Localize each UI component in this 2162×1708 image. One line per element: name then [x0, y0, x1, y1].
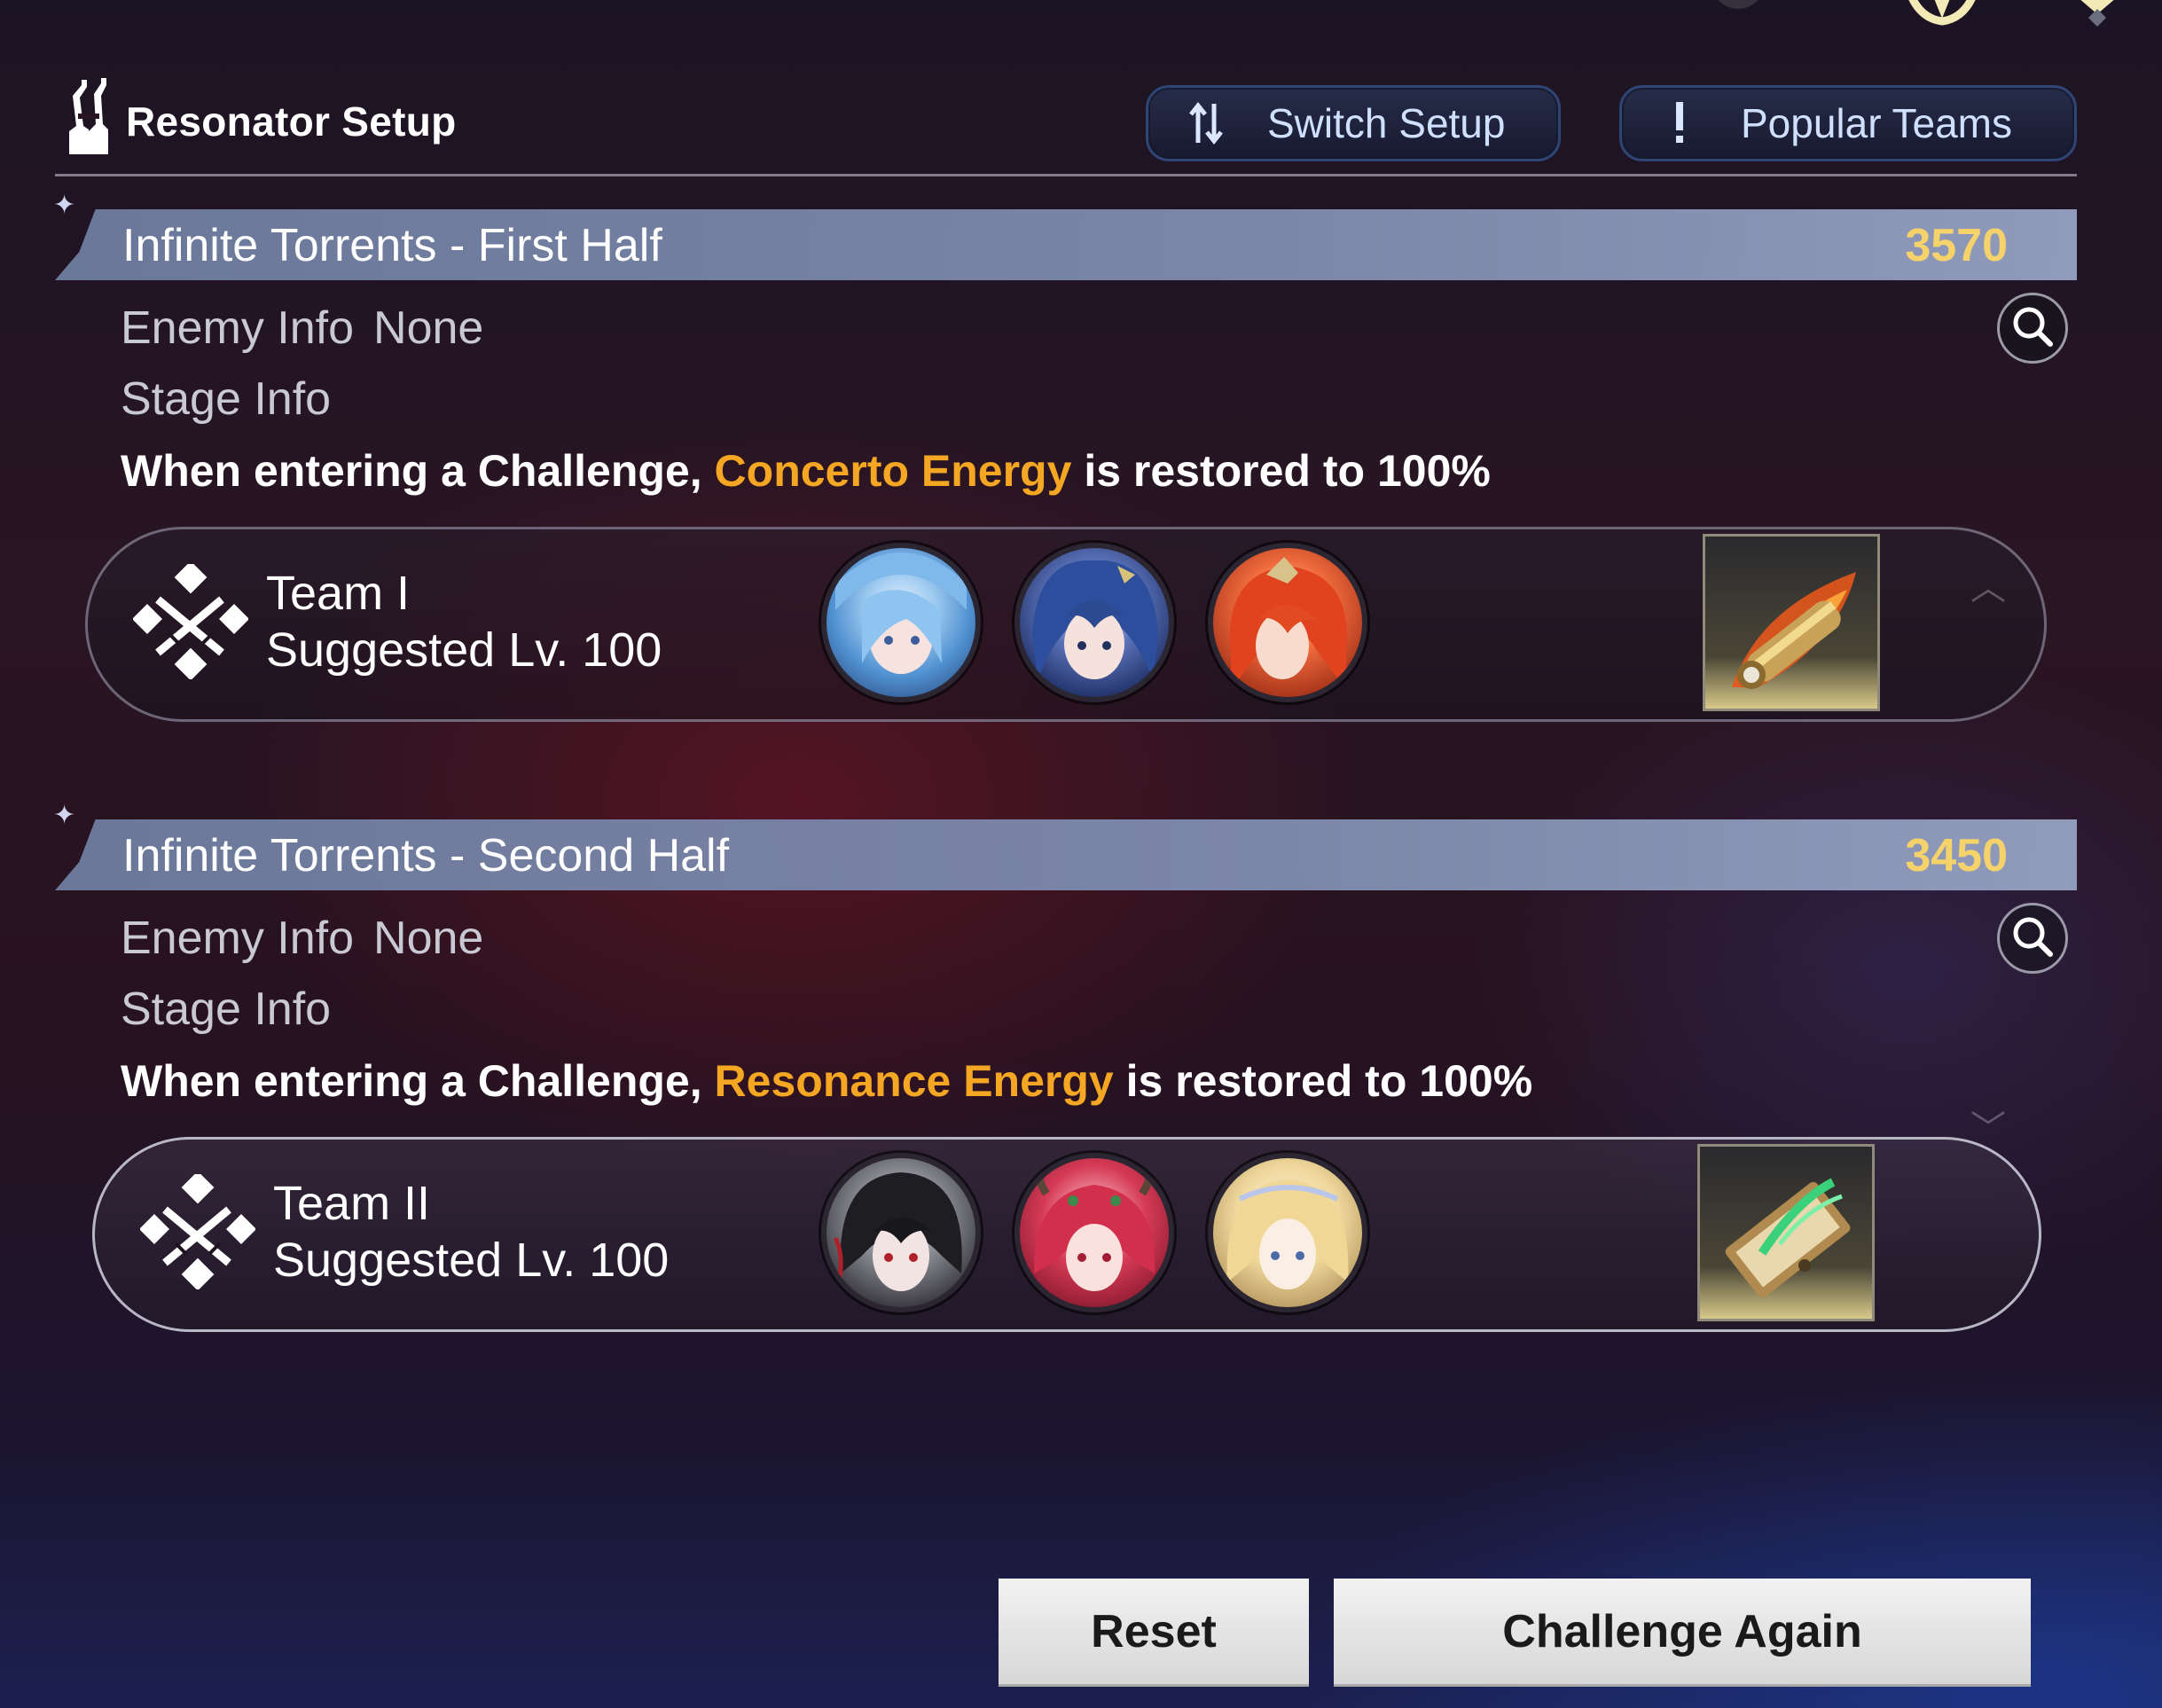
resonator-icon: [64, 78, 112, 154]
wreath-icon[interactable]: [1898, 0, 1986, 35]
stage-title: Infinite Torrents - Second Half: [122, 830, 730, 881]
stage-description: When entering a Challenge, Concerto Ener…: [121, 445, 1491, 497]
switch-icon: [1175, 102, 1237, 145]
sparkle-icon: ✦: [53, 801, 76, 830]
resonator-avatar[interactable]: [1014, 543, 1174, 702]
desc-highlight: Concerto Energy: [714, 446, 1072, 496]
alert-icon: [1649, 100, 1711, 146]
echo-item-slot[interactable]: [1697, 1144, 1875, 1321]
enemy-info-row: Enemy Info None: [121, 912, 483, 965]
echo-item-icon: [1700, 1178, 1872, 1319]
enemy-info-value: None: [373, 302, 484, 354]
team-emblem-icon: [139, 1171, 256, 1291]
echo-item-icon: [1705, 572, 1877, 709]
top-circle-icon[interactable]: [1703, 0, 1809, 27]
popular-teams-button[interactable]: Popular Teams: [1619, 85, 2077, 161]
enemy-search-button[interactable]: [1997, 903, 2068, 974]
enemy-info-value: None: [373, 913, 484, 964]
resonator-avatar[interactable]: [1208, 543, 1367, 702]
chevron-up-icon[interactable]: ︿: [1970, 559, 2006, 610]
stage-score: 3450: [1905, 830, 2008, 881]
desc-prefix: When entering a Challenge,: [121, 446, 702, 496]
team-name: Team I: [266, 567, 411, 620]
stage-info-label: Stage Info: [121, 983, 332, 1035]
stage-description: When entering a Challenge, Resonance Ene…: [121, 1055, 1532, 1107]
enemy-search-button[interactable]: [1997, 293, 2068, 364]
desc-highlight: Resonance Energy: [714, 1056, 1114, 1106]
team-emblem-icon: [132, 560, 249, 681]
switch-setup-button[interactable]: Switch Setup: [1146, 85, 1561, 161]
reset-button[interactable]: Reset: [999, 1579, 1309, 1687]
search-icon: [2010, 914, 2055, 963]
team-level: Suggested Lv. 100: [273, 1234, 670, 1287]
enemy-info-label: Enemy Info: [121, 913, 355, 964]
desc-suffix: is restored to 100%: [1084, 446, 1491, 496]
resonator-avatar[interactable]: [821, 543, 981, 702]
star-icon[interactable]: [2057, 0, 2137, 35]
enemy-info-label: Enemy Info: [121, 302, 355, 354]
resonator-avatar[interactable]: [1208, 1153, 1367, 1312]
stage-score: 3570: [1905, 220, 2008, 271]
team-level: Suggested Lv. 100: [266, 623, 662, 677]
resonator-avatar[interactable]: [821, 1153, 981, 1312]
search-icon: [2010, 304, 2055, 353]
popular-teams-label: Popular Teams: [1741, 100, 2012, 146]
header-divider: [55, 174, 2077, 176]
team-name: Team II: [273, 1177, 431, 1230]
stage-title: Infinite Torrents - First Half: [122, 220, 662, 271]
resonator-avatar[interactable]: [1014, 1153, 1174, 1312]
sparkle-icon: ✦: [53, 191, 76, 220]
desc-prefix: When entering a Challenge,: [121, 1056, 702, 1106]
page-title: Resonator Setup: [126, 98, 457, 145]
echo-item-slot[interactable]: [1703, 534, 1880, 711]
stage-info-label: Stage Info: [121, 373, 332, 425]
switch-setup-label: Switch Setup: [1267, 100, 1506, 146]
challenge-again-button[interactable]: Challenge Again: [1334, 1579, 2031, 1687]
chevron-down-icon[interactable]: ﹀: [1970, 1100, 2006, 1151]
desc-suffix: is restored to 100%: [1125, 1056, 1533, 1106]
enemy-info-row: Enemy Info None: [121, 302, 483, 355]
